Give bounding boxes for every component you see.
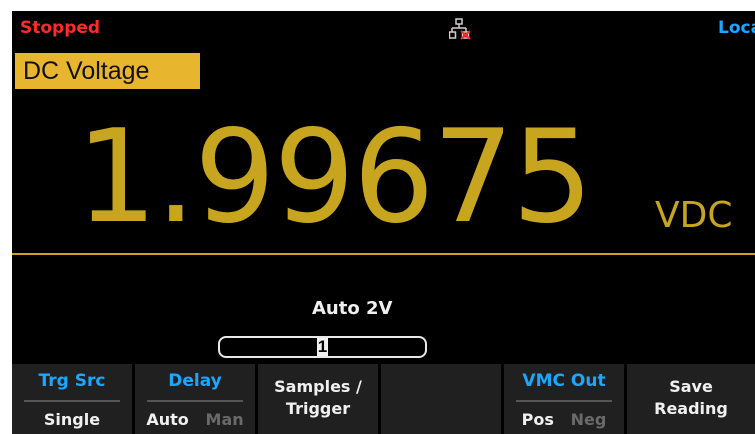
softkey-separator (147, 400, 243, 402)
option-auto: Auto (146, 410, 189, 429)
trigger-status: Stopped (20, 18, 101, 38)
network-disconnected-icon (448, 18, 471, 40)
reading-unit: VDC (655, 195, 733, 236)
divider-line (12, 253, 755, 255)
softkey-save-reading[interactable]: Save Reading (627, 364, 755, 434)
softkey-label-line1: Samples / (274, 377, 362, 396)
softkey-title: Trg Src (38, 371, 106, 391)
input-value: 1 (316, 337, 329, 356)
softkey-label: Samples / Trigger (258, 376, 378, 420)
softkey-label-line2: Trigger (285, 399, 351, 418)
softkey-separator (516, 400, 612, 402)
softkey-title: Delay (168, 371, 222, 391)
softkey-title: VMC Out (522, 371, 606, 391)
option-manual: Man (205, 410, 244, 429)
softkey-options: Pos Neg (504, 410, 624, 429)
softkey-label: Save Reading (627, 376, 755, 420)
softkey-bar: Trg Src Single Delay Auto Man Samples / … (12, 364, 755, 434)
multimeter-screen: Stopped Loca DC Voltage 1.99675 VDC Auto… (12, 11, 755, 434)
softkey-label-line1: Save (669, 377, 713, 396)
main-reading: 1.99675 (76, 103, 593, 252)
measurement-mode: DC Voltage (15, 53, 200, 89)
softkey-label-line2: Reading (654, 399, 728, 418)
option-neg: Neg (570, 410, 607, 429)
range-label: Auto 2V (312, 298, 393, 319)
option-pos: Pos (521, 410, 554, 429)
status-bar: Stopped Loca (12, 11, 755, 43)
remote-status: Loca (718, 18, 755, 38)
softkey-vmc-out[interactable]: VMC Out Pos Neg (504, 364, 624, 434)
softkey-separator (24, 400, 120, 402)
softkey-blank[interactable] (381, 364, 501, 434)
softkey-trigger-source[interactable]: Trg Src Single (12, 364, 132, 434)
softkey-samples-per-trigger[interactable]: Samples / Trigger (258, 364, 378, 434)
softkey-options: Auto Man (135, 410, 255, 429)
samples-input[interactable]: 1 (218, 336, 427, 358)
softkey-delay[interactable]: Delay Auto Man (135, 364, 255, 434)
softkey-value: Single (43, 410, 101, 429)
